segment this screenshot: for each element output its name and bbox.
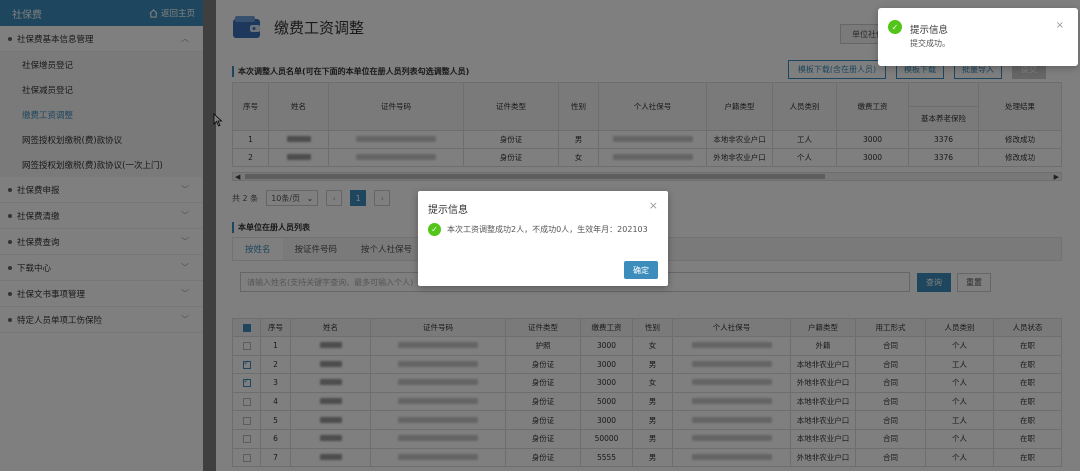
- result-dialog: 提示信息 × ✓ 本次工资调整成功2人，不成功0人，生效年月：202103 确定: [418, 191, 668, 286]
- dialog-title: 提示信息: [428, 205, 468, 216]
- success-toast: ✓ 提示信息 提交成功。 ×: [878, 8, 1078, 66]
- confirm-button[interactable]: 确定: [624, 261, 658, 279]
- close-icon[interactable]: ×: [1056, 20, 1064, 31]
- dialog-message: 本次工资调整成功2人，不成功0人，生效年月：202103: [447, 225, 648, 234]
- toast-title: 提示信息: [910, 25, 949, 36]
- toast-message: 提交成功。: [910, 39, 950, 48]
- dialog-body: ✓ 本次工资调整成功2人，不成功0人，生效年月：202103: [428, 223, 658, 237]
- close-icon[interactable]: ×: [649, 199, 658, 212]
- success-check-icon: ✓: [888, 20, 902, 34]
- success-check-icon: ✓: [428, 223, 441, 236]
